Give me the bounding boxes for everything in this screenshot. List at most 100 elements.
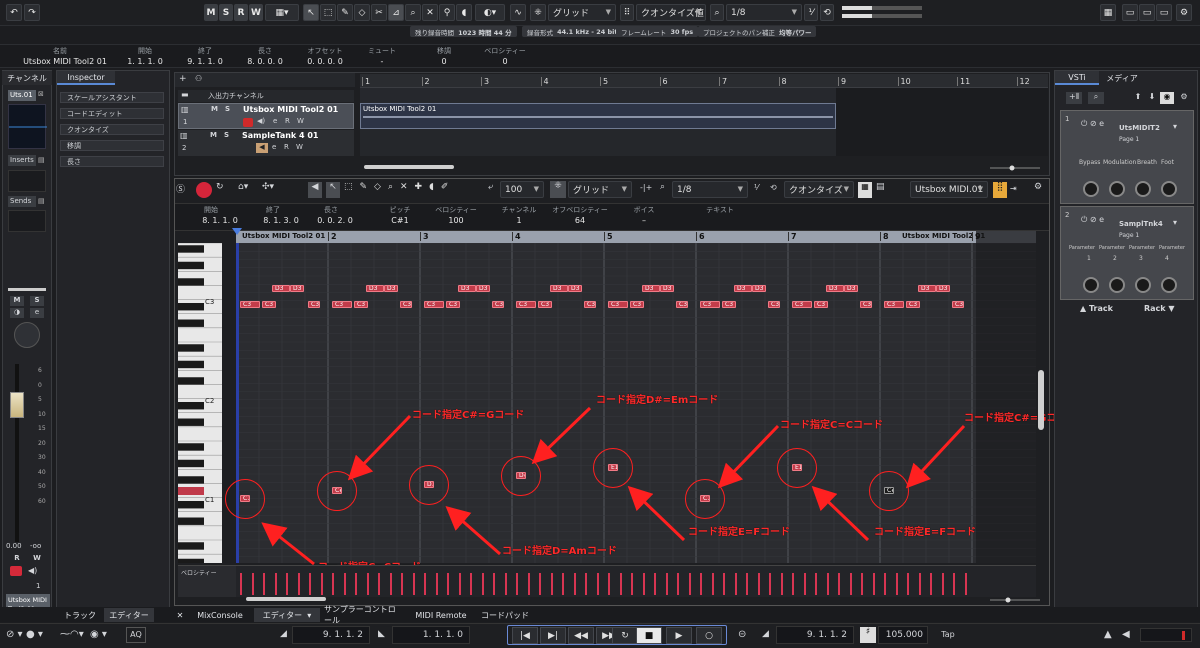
editor-track-select[interactable]: Utsbox MIDI.01 ▼ [910,181,988,198]
velocity-bar[interactable] [527,573,530,595]
editor-info-toggle-icon[interactable]: ▦ [858,182,872,198]
chord-note-c3[interactable]: C3 [240,301,260,308]
chord-note-c3[interactable]: C3 [608,301,628,308]
editor-quantize-amount[interactable]: 100 ▼ [500,181,544,198]
scissors-tool-icon[interactable]: ✂ [371,4,387,21]
velocity-bar[interactable] [251,573,254,595]
toolbar-settings-icon[interactable]: ⚙ [1176,4,1192,21]
velocity-bar[interactable] [930,573,932,595]
edit-channel-icon[interactable]: e [30,308,44,318]
editor-record-icon[interactable] [196,182,212,198]
channel-write-button[interactable]: W [30,554,44,564]
chord-note-c3[interactable]: C3 [952,301,964,308]
chord-note-c3[interactable]: C3 [630,301,644,308]
stop-icon[interactable]: ■ [636,627,662,644]
editor-step-input-icon[interactable]: ⣿ [993,182,1007,198]
chord-note-c3[interactable]: C3 [860,301,872,308]
velocity-bar[interactable] [631,573,633,595]
info-mute-value[interactable]: - [362,57,402,66]
editor-tools-icon[interactable]: ⌂▾ [238,182,258,198]
velocity-bar[interactable] [504,573,507,595]
velocity-bar[interactable] [619,573,622,595]
chord-note-d3[interactable]: D3 [458,285,476,292]
playhead-marker-icon[interactable] [232,228,242,235]
listen-icon[interactable]: ◑ [10,308,24,318]
zoom-tool-icon[interactable]: ⌕ [405,4,421,21]
metronome-icon[interactable]: ◉ ▾ [90,629,107,640]
grid-type-dropdown[interactable]: グリッド ▼ [548,4,616,21]
pan-value[interactable]: -oo [30,542,50,550]
tab-editor-left[interactable]: エディター [104,608,154,622]
zone-right-icon[interactable]: ▭ [1156,4,1172,21]
velocity-bar[interactable] [366,573,369,595]
info-transpose-value[interactable]: 0 [424,57,464,66]
vsti-slot-2[interactable]: 2 ⏻ ⊘ e SamplTnk4 ▾ Page 1 Parameter Par… [1060,206,1194,300]
track-2-read-icon[interactable]: R [284,143,289,151]
velocity-bar[interactable] [803,573,806,595]
track-1-read-icon[interactable]: R [285,117,290,125]
velocity-bar[interactable] [458,573,461,595]
project-ruler[interactable] [360,74,1048,88]
chord-note-d3[interactable]: D3 [366,285,384,292]
redo-icon[interactable]: ↷ [24,4,40,21]
track-button[interactable]: ▲ Track [1080,304,1113,313]
info-length-value[interactable]: 8. 0. 0. 0 [240,57,290,66]
window-layout-icon[interactable]: ▦ [1100,4,1116,21]
velocity-bar[interactable] [861,573,863,595]
cycle-icon[interactable]: ↻ [612,627,638,644]
track-2-monitor-icon[interactable]: ◀ [256,143,268,153]
track-preset-icon[interactable]: ⚇ [195,74,202,83]
velocity-bar[interactable] [711,573,714,595]
velocity-bar[interactable] [470,573,472,595]
velocity-bar[interactable] [884,573,886,595]
chord-note-d3[interactable]: D3 [550,285,568,292]
velocity-bar[interactable] [792,573,794,595]
inserts-button[interactable]: Inserts [8,155,36,166]
velocity-bar[interactable] [585,573,587,595]
channel-monitor-icon[interactable]: ◀) [28,566,42,576]
velocity-bar[interactable] [309,573,311,595]
chord-note-c3[interactable]: C3 [262,301,276,308]
inspector-item-quantize[interactable]: クオンタイズ [60,124,164,135]
editor-length-dropdown[interactable]: 1/8 ▼ [672,181,748,198]
range-tool-icon[interactable]: ⬚ [320,4,336,21]
info-offset-value[interactable]: 0. 0. 0. 0 [300,57,350,66]
tempo-mode-icon[interactable]: ♯ [860,627,876,643]
velocity-bar[interactable] [608,573,610,595]
project-h-scrollbar[interactable] [364,165,454,169]
slot-1-knob[interactable] [1161,181,1177,197]
track-2-edit-icon[interactable]: e [272,143,276,151]
editor-info-end-value[interactable]: 8. 1. 3. 0 [256,216,306,225]
performance-icon[interactable]: ⊘ ▾ [6,629,23,640]
play-tool-icon[interactable]: ◐▾ [475,4,505,21]
auto-scroll-icon[interactable]: ∿ [510,4,526,21]
velocity-bar[interactable] [389,573,392,595]
record-mode-icon[interactable]: ● ▾ [26,629,43,640]
velocity-bar[interactable] [412,573,415,595]
project-midi-part[interactable]: Utsbox MIDI Tool2 01 [360,103,836,129]
pointer-tool-icon[interactable]: ↖ [303,4,319,21]
rack-add-icon[interactable]: +⫴ [1066,92,1082,104]
chord-note-d3[interactable]: D3 [734,285,752,292]
slot-1-menu-icon[interactable]: ▾ [1173,122,1177,131]
velocity-bar[interactable] [343,573,346,595]
velocity-bar[interactable] [723,573,725,595]
iterative-quantize-icon[interactable]: ⅟ [804,4,818,21]
velocity-bar[interactable] [677,573,679,595]
editor-info-length-value[interactable]: 0. 0. 2. 0 [310,216,360,225]
velocity-bar[interactable] [240,573,242,595]
track-2-solo[interactable]: S [224,131,229,139]
velocity-bar[interactable] [746,573,748,595]
tab-mixconsole[interactable]: MixConsole [190,608,250,622]
track-2-mute[interactable]: M [210,131,217,139]
editor-quantize-search-icon[interactable]: ⌕ [660,182,665,192]
velocity-bar[interactable] [493,573,495,595]
add-track-icon[interactable]: + [179,74,187,84]
editor-snap-to-zero-icon[interactable]: ⟲ [770,183,777,192]
snap-icon[interactable]: ⁜ [530,4,546,21]
mute-all-button[interactable]: M [204,4,218,21]
editor-grid-dropdown[interactable]: グリッド ▼ [568,181,632,198]
inspector-item-length[interactable]: 長さ [60,156,164,167]
chord-note-d3[interactable]: D3 [290,285,304,292]
inserts-slot[interactable] [8,170,46,192]
